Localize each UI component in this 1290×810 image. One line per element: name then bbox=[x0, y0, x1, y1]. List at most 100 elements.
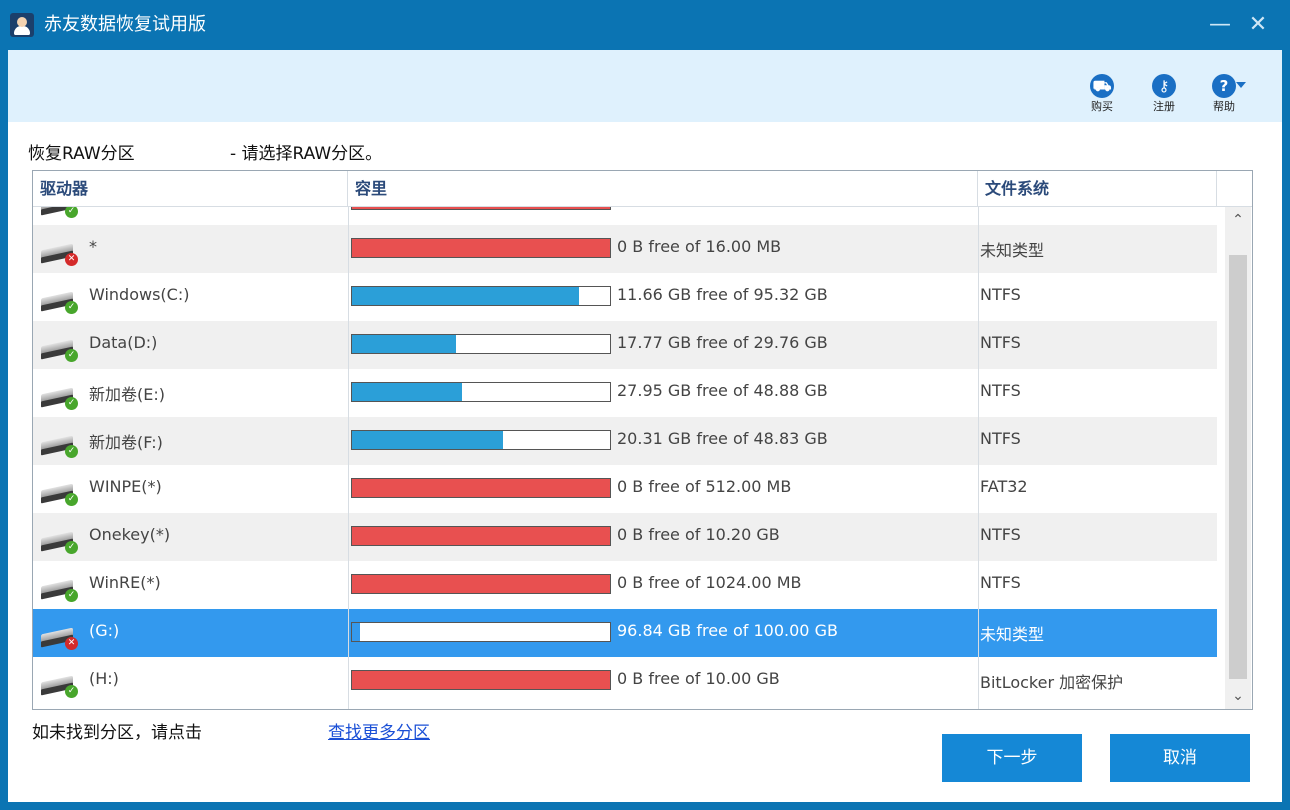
drive-icon: ✕ bbox=[41, 627, 78, 651]
close-button[interactable]: ✕ bbox=[1243, 10, 1273, 40]
find-more-partitions-link[interactable]: 查找更多分区 bbox=[328, 718, 430, 743]
table-row[interactable]: ✕ * 0 B free of 16.00 MB 未知类型 bbox=[33, 225, 1217, 273]
table-row[interactable]: ✓ Onekey(*) 0 B free of 10.20 GB NTFS bbox=[33, 513, 1217, 561]
capacity-bar bbox=[351, 526, 611, 546]
drive-name: (H:) bbox=[89, 669, 119, 688]
app-window: 赤友数据恢复试用版 — ✕ ⛟ 购买 ⚷ 注册 ? 帮助 恢复RAW分区 - 请… bbox=[0, 0, 1290, 810]
check-icon: ✓ bbox=[65, 445, 78, 458]
check-icon: ✓ bbox=[65, 301, 78, 314]
check-icon: ✓ bbox=[65, 541, 78, 554]
capacity-text: 0 B free of 1024.00 MB bbox=[617, 573, 802, 592]
error-icon: ✕ bbox=[65, 637, 78, 650]
capacity-bar bbox=[351, 430, 611, 450]
check-icon: ✓ bbox=[65, 589, 78, 602]
capacity-bar bbox=[351, 286, 611, 306]
capacity-text: 0 B free of 10.20 GB bbox=[617, 525, 780, 544]
drive-name: SYSTEM(*) bbox=[89, 207, 173, 208]
table-row[interactable]: ✓ (H:) 0 B free of 10.00 GB BitLocker 加密保护 bbox=[33, 657, 1217, 705]
cancel-button[interactable]: 取消 bbox=[1110, 734, 1250, 782]
partition-list: 驱动器 容里 文件系统 ✓ SYSTEM(*) 0 B free of 100.00… bbox=[32, 170, 1253, 710]
page-title: 恢复RAW分区 bbox=[28, 144, 135, 164]
drive-icon: ✓ bbox=[41, 531, 78, 555]
table-row[interactable]: ✓ WINPE(*) 0 B free of 512.00 MB FAT32 bbox=[33, 465, 1217, 513]
instruction-text: - 请选择RAW分区。 bbox=[230, 144, 383, 164]
column-divider bbox=[348, 207, 349, 709]
filesystem-text: 未知类型 bbox=[980, 241, 1045, 260]
capacity-text: 11.66 GB free of 95.32 GB bbox=[617, 285, 828, 304]
drive-icon: ✓ bbox=[41, 207, 78, 219]
table-row[interactable]: ✓ Data(D:) 17.77 GB free of 29.76 GB NTFS bbox=[33, 321, 1217, 369]
drive-icon: ✕ bbox=[41, 243, 78, 267]
window-title: 赤友数据恢复试用版 bbox=[44, 14, 206, 35]
drive-icon: ✓ bbox=[41, 435, 78, 459]
table-row[interactable]: ✓ 新加卷(E:) 27.95 GB free of 48.88 GB NTFS bbox=[33, 369, 1217, 417]
drive-icon: ✓ bbox=[41, 387, 78, 411]
table-row[interactable]: ✓ Windows(C:) 11.66 GB free of 95.32 GB NTF… bbox=[33, 273, 1217, 321]
capacity-bar-fill bbox=[352, 383, 462, 401]
capacity-text: 0 B free of 100.00 MB bbox=[617, 207, 791, 208]
column-header-filesystem[interactable]: 文件系统 bbox=[978, 171, 1217, 207]
capacity-bar bbox=[351, 670, 611, 690]
drive-icon: ✓ bbox=[41, 579, 78, 603]
drive-name: Windows(C:) bbox=[89, 285, 190, 304]
toolbar: ⛟ 购买 ⚷ 注册 ? 帮助 bbox=[8, 50, 1282, 122]
next-button[interactable]: 下一步 bbox=[942, 734, 1082, 782]
capacity-bar-fill bbox=[352, 575, 610, 593]
not-found-hint: 如未找到分区，请点击 bbox=[32, 723, 202, 743]
drive-name: 新加卷(E:) bbox=[89, 385, 165, 404]
drive-name: (G:) bbox=[89, 621, 120, 640]
register-button[interactable]: ⚷ 注册 bbox=[1144, 74, 1184, 118]
capacity-text: 96.84 GB free of 100.00 GB bbox=[617, 621, 838, 640]
capacity-bar-fill bbox=[352, 671, 610, 689]
buy-button[interactable]: ⛟ 购买 bbox=[1082, 74, 1122, 118]
help-icon: ? bbox=[1212, 74, 1236, 98]
capacity-bar bbox=[351, 238, 611, 258]
cart-icon: ⛟ bbox=[1090, 74, 1114, 98]
drive-name: WinRE(*) bbox=[89, 573, 161, 592]
capacity-bar-fill bbox=[352, 431, 503, 449]
capacity-bar-fill bbox=[352, 287, 579, 305]
scroll-thumb[interactable] bbox=[1229, 255, 1247, 679]
capacity-bar-fill bbox=[352, 239, 610, 257]
filesystem-text: BitLocker 加密保护 bbox=[980, 673, 1124, 692]
filesystem-text: NTFS bbox=[980, 333, 1021, 352]
drive-icon: ✓ bbox=[41, 291, 78, 315]
table-row[interactable]: ✓ WinRE(*) 0 B free of 1024.00 MB NTFS bbox=[33, 561, 1217, 609]
column-divider bbox=[978, 207, 979, 709]
filesystem-text: NTFS bbox=[980, 285, 1021, 304]
table-row[interactable]: ✓ 新加卷(F:) 20.31 GB free of 48.83 GB NTFS bbox=[33, 417, 1217, 465]
drive-name: WINPE(*) bbox=[89, 477, 162, 496]
scroll-down-icon[interactable]: ⌄ bbox=[1225, 683, 1251, 709]
filesystem-text: NTFS bbox=[980, 429, 1021, 448]
capacity-bar bbox=[351, 622, 611, 642]
check-icon: ✓ bbox=[65, 685, 78, 698]
help-label: 帮助 bbox=[1213, 100, 1235, 113]
check-icon: ✓ bbox=[65, 207, 78, 218]
capacity-text: 0 B free of 10.00 GB bbox=[617, 669, 780, 688]
vertical-scrollbar[interactable]: ⌃ ⌄ bbox=[1225, 207, 1251, 709]
capacity-bar bbox=[351, 382, 611, 402]
main-panel: ⛟ 购买 ⚷ 注册 ? 帮助 恢复RAW分区 - 请选择RAW分区。 驱动器 容… bbox=[8, 50, 1282, 802]
filesystem-text: 未知类型 bbox=[980, 625, 1045, 644]
capacity-text: 27.95 GB free of 48.88 GB bbox=[617, 381, 828, 400]
capacity-bar bbox=[351, 574, 611, 594]
capacity-bar bbox=[351, 334, 611, 354]
help-button[interactable]: ? 帮助 bbox=[1204, 74, 1246, 118]
minimize-button[interactable]: — bbox=[1205, 10, 1235, 40]
table-row[interactable]: ✕ (G:) 96.84 GB free of 100.00 GB 未知类型 bbox=[33, 609, 1217, 657]
drive-name: Onekey(*) bbox=[89, 525, 171, 544]
column-header-drive[interactable]: 驱动器 bbox=[33, 171, 348, 207]
filesystem-text: NTFS bbox=[980, 573, 1021, 592]
capacity-text: 20.31 GB free of 48.83 GB bbox=[617, 429, 828, 448]
capacity-text: 17.77 GB free of 29.76 GB bbox=[617, 333, 828, 352]
capacity-bar bbox=[351, 478, 611, 498]
capacity-text: 0 B free of 16.00 MB bbox=[617, 237, 782, 256]
error-icon: ✕ bbox=[65, 253, 78, 266]
capacity-bar-fill bbox=[352, 527, 610, 545]
table-row[interactable]: ✓ SYSTEM(*) 0 B free of 100.00 MB FAT32 bbox=[33, 207, 1217, 225]
column-header-capacity[interactable]: 容里 bbox=[348, 171, 978, 207]
scroll-up-icon[interactable]: ⌃ bbox=[1225, 207, 1251, 233]
drive-name: Data(D:) bbox=[89, 333, 158, 352]
drive-icon: ✓ bbox=[41, 675, 78, 699]
filesystem-text: NTFS bbox=[980, 525, 1021, 544]
